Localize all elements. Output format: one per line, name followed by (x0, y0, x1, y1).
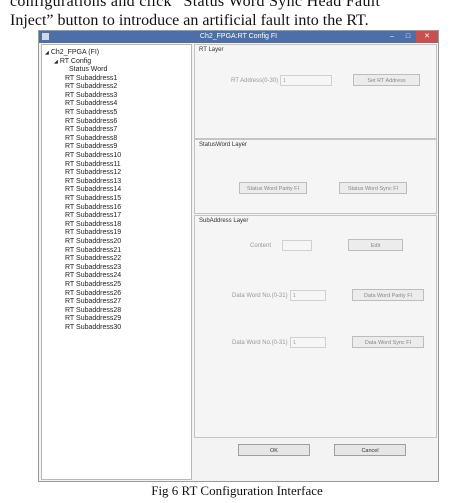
tree-root-label: Ch2_FPGA (FI) (50, 49, 100, 56)
window-titlebar: Ch2_FPGA:RT Config FI – □ ✕ (39, 31, 438, 43)
content-input[interactable] (282, 240, 312, 251)
data-word-parity-label: Data Word No.(0-31) (232, 293, 288, 299)
cancel-button[interactable]: Cancel (334, 444, 406, 456)
tree-item-rt-subaddress[interactable]: RT Subaddress11 (65, 161, 121, 169)
figure-caption: Fig 6 RT Configuration Interface (151, 483, 323, 498)
tree-item-rt-subaddress[interactable]: RT Subaddress12 (65, 169, 121, 177)
rt-layer-panel: RT Layer RT Address(0-30) 1 Set RT Addre… (194, 44, 437, 139)
tree-item-rt-subaddress[interactable]: RT Subaddress3 (65, 92, 117, 100)
tree-item-rt-subaddress[interactable]: RT Subaddress30 (65, 324, 121, 332)
tree-item-rt-subaddress[interactable]: RT Subaddress16 (65, 204, 121, 212)
config-tree: ◢ Ch2_FPGA (FI) ◢ RT Config Status Word RT … (41, 44, 192, 480)
close-button[interactable]: ✕ (416, 31, 438, 43)
window-title: Ch2_FPGA:RT Config FI (199, 33, 278, 40)
edit-button[interactable]: Edit (348, 239, 403, 251)
statusword-layer-title: StatusWord Layer (199, 142, 247, 148)
tree-item-rt-subaddress[interactable]: RT Subaddress2 (65, 83, 117, 91)
rt-layer-title: RT Layer (199, 47, 224, 53)
ok-button[interactable]: OK (238, 444, 310, 456)
tree-item-rt-subaddress[interactable]: RT Subaddress15 (65, 195, 121, 203)
subaddress-layer-panel: SubAddress Layer Content Edit Data Word … (194, 215, 437, 438)
tree-item-rt-subaddress[interactable]: RT Subaddress23 (65, 264, 121, 272)
minimize-button[interactable]: – (384, 31, 400, 43)
data-word-parity-fi-button[interactable]: Data Word Parity FI (352, 289, 424, 301)
tree-item-rt-subaddress[interactable]: RT Subaddress29 (65, 315, 121, 323)
subaddress-layer-title: SubAddress Layer (199, 218, 249, 224)
tree-item-rt-subaddress[interactable]: RT Subaddress26 (65, 290, 121, 298)
tree-item-rt-subaddress[interactable]: RT Subaddress14 (65, 186, 121, 194)
data-word-sync-label: Data Word No.(0-31) (232, 340, 288, 346)
tree-item-rt-subaddress[interactable]: RT Subaddress21 (65, 247, 121, 255)
tree-item-status-word[interactable]: Status Word (69, 66, 107, 74)
tree-item-rt-subaddress[interactable]: RT Subaddress28 (65, 307, 121, 315)
tree-item-rt-subaddress[interactable]: RT Subaddress19 (65, 229, 121, 237)
expand-arrow-icon: ◢ (45, 50, 49, 56)
tree-item-rt-subaddress[interactable]: RT Subaddress24 (65, 272, 121, 280)
tree-item-rt-subaddress[interactable]: RT Subaddress25 (65, 281, 121, 289)
tree-item-rt-subaddress[interactable]: RT Subaddress10 (65, 152, 121, 160)
tree-item-rt-subaddress[interactable]: RT Subaddress7 (65, 126, 117, 134)
tree-item-rt-subaddress[interactable]: RT Subaddress20 (65, 238, 121, 246)
status-word-sync-fi-button[interactable]: Status Word Sync FI (339, 182, 407, 194)
tree-item-rt-subaddress[interactable]: RT Subaddress13 (65, 178, 121, 186)
statusword-layer-panel: StatusWord Layer Status Word Parity FI S… (194, 139, 437, 214)
tree-item-rt-subaddress[interactable]: RT Subaddress27 (65, 298, 121, 306)
data-word-parity-input[interactable]: 1 (290, 290, 326, 301)
maximize-button[interactable]: □ (400, 31, 416, 43)
rt-address-label: RT Address(0-30) (231, 78, 279, 84)
expand-arrow-icon: ◢ (54, 59, 58, 65)
rt-address-input[interactable]: 1 (280, 75, 332, 86)
status-word-parity-fi-button[interactable]: Status Word Parity FI (239, 182, 307, 194)
data-word-sync-input[interactable]: 1 (290, 337, 326, 348)
data-word-sync-fi-button[interactable]: Data Word Sync FI (352, 336, 424, 348)
tree-item-rt-subaddress[interactable]: RT Subaddress18 (65, 221, 121, 229)
set-rt-address-button[interactable]: Set RT Address (353, 74, 420, 86)
tree-group-label: RT Config (59, 58, 92, 65)
tree-item-rt-subaddress[interactable]: RT Subaddress8 (65, 135, 117, 143)
tree-item-rt-subaddress[interactable]: RT Subaddress22 (65, 255, 121, 263)
tree-group-rt-config[interactable]: ◢ RT Config (54, 58, 91, 66)
tree-root[interactable]: ◢ Ch2_FPGA (FI) (45, 49, 99, 57)
rt-config-window: Ch2_FPGA:RT Config FI – □ ✕ ◢ Ch2_FPGA (F… (38, 30, 439, 482)
tree-item-rt-subaddress[interactable]: RT Subaddress9 (65, 143, 117, 151)
tree-item-rt-subaddress[interactable]: RT Subaddress4 (65, 100, 117, 108)
tree-item-rt-subaddress[interactable]: RT Subaddress17 (65, 212, 121, 220)
paragraph-line-2: Inject” button to introduce an artificia… (10, 12, 369, 29)
tree-item-rt-subaddress[interactable]: RT Subaddress6 (65, 118, 117, 126)
content-label: Content (250, 243, 272, 249)
paragraph-line-1: configurations and click “Status Word Sy… (10, 0, 381, 10)
tree-item-rt-subaddress[interactable]: RT Subaddress1 (65, 75, 117, 83)
tree-item-rt-subaddress[interactable]: RT Subaddress5 (65, 109, 117, 117)
